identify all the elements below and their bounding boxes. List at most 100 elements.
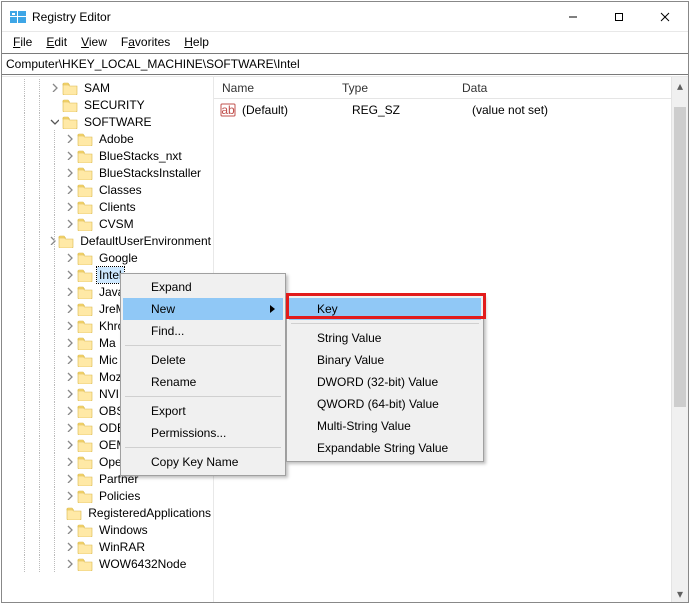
tree-node-label: BlueStacksInstaller [97,165,203,181]
value-row[interactable]: ab(Default)REG_SZ(value not set) [214,101,688,119]
expand-icon[interactable] [62,487,77,504]
folder-icon [77,285,93,299]
ctx-new-qword-64-bit-value[interactable]: QWORD (64-bit) Value [289,393,481,415]
expand-icon[interactable] [62,181,77,198]
menu-help[interactable]: Help [177,34,216,50]
tree-node-policies[interactable]: Policies [2,487,213,504]
tree-node-label: BlueStacks_nxt [97,148,184,164]
column-headers: Name Type Data [214,77,688,99]
folder-icon [77,268,93,282]
context-menu-node[interactable]: ExpandNewFind... DeleteRename ExportPermis… [120,273,286,476]
ctx-new-dword-32-bit-value[interactable]: DWORD (32-bit) Value [289,371,481,393]
expand-icon[interactable] [62,300,77,317]
ctx-delete[interactable]: Delete [123,349,283,371]
tree-node-label: WinRAR [97,539,147,555]
tree-node-adobe[interactable]: Adobe [2,130,213,147]
expand-icon[interactable] [62,470,77,487]
col-name[interactable]: Name [214,81,334,95]
folder-icon [77,438,93,452]
window-title: Registry Editor [32,10,550,24]
menu-edit[interactable]: Edit [39,34,74,50]
tree-node-sam[interactable]: SAM [2,79,213,96]
expand-icon[interactable] [62,164,77,181]
tree-node-registeredapplications[interactable]: RegisteredApplications [2,504,213,521]
tree-node-classes[interactable]: Classes [2,181,213,198]
tree-node-wow6432node[interactable]: WOW6432Node [2,555,213,572]
tree-node-label: Adobe [97,131,136,147]
scroll-up-button[interactable]: ▴ [672,77,688,94]
tree-node-label: Google [97,250,140,266]
tree-node-label: SOFTWARE [82,114,154,130]
folder-icon [77,166,93,180]
expand-icon[interactable] [62,555,77,572]
tree-node-label: Windows [97,522,150,538]
tree-node-software[interactable]: SOFTWARE [2,113,213,130]
tree-node-label: WOW6432Node [97,556,188,572]
ctx-copy-key-name[interactable]: Copy Key Name [123,451,283,473]
ctx-expand[interactable]: Expand [123,276,283,298]
col-type[interactable]: Type [334,81,454,95]
ctx-new-multi-string-value[interactable]: Multi-String Value [289,415,481,437]
separator [125,345,281,346]
folder-icon [62,115,78,129]
expand-icon[interactable] [62,266,77,283]
tree-node-label: Policies [97,488,142,504]
vertical-scrollbar[interactable]: ▴ ▾ [671,77,688,602]
expand-icon[interactable] [62,538,77,555]
tree-node-winrar[interactable]: WinRAR [2,538,213,555]
expand-icon[interactable] [62,385,77,402]
ctx-find[interactable]: Find... [123,320,283,342]
close-button[interactable] [642,2,688,32]
expand-icon[interactable] [62,419,77,436]
expand-icon[interactable] [62,368,77,385]
expand-icon[interactable] [62,215,77,232]
ctx-export[interactable]: Export [123,400,283,422]
ctx-new-binary-value[interactable]: Binary Value [289,349,481,371]
ctx-new-string-value[interactable]: String Value [289,327,481,349]
folder-icon [77,319,93,333]
collapse-icon[interactable] [47,113,62,130]
maximize-button[interactable] [596,2,642,32]
menu-file[interactable]: File [6,34,39,50]
scroll-down-button[interactable]: ▾ [672,585,688,602]
menu-view[interactable]: View [74,34,114,50]
col-data[interactable]: Data [454,81,688,95]
expand-icon[interactable] [62,317,77,334]
expand-icon[interactable] [62,402,77,419]
expand-icon[interactable] [62,351,77,368]
expand-icon[interactable] [62,147,77,164]
menu-favorites[interactable]: Favorites [114,34,177,50]
ctx-rename[interactable]: Rename [123,371,283,393]
folder-icon [77,302,93,316]
expand-icon[interactable] [62,334,77,351]
tree-node-security[interactable]: SECURITY [2,96,213,113]
ctx-new-expandable-string-value[interactable]: Expandable String Value [289,437,481,459]
tree-node-google[interactable]: Google [2,249,213,266]
tree-node-clients[interactable]: Clients [2,198,213,215]
tree-node-cvsm[interactable]: CVSM [2,215,213,232]
context-menu-new[interactable]: Key String ValueBinary ValueDWORD (32-bit… [286,295,484,462]
expand-icon[interactable] [62,249,77,266]
expand-icon[interactable] [47,232,58,249]
tree-node-bluestacksinstaller[interactable]: BlueStacksInstaller [2,164,213,181]
expand-icon[interactable] [47,79,62,96]
tree-node-bluestacks-nxt[interactable]: BlueStacks_nxt [2,147,213,164]
expand-icon[interactable] [62,130,77,147]
address-input[interactable] [6,57,684,71]
tree-node-defaultuserenvironment[interactable]: DefaultUserEnvironment [2,232,213,249]
tree-node-windows[interactable]: Windows [2,521,213,538]
scroll-thumb[interactable] [674,107,686,407]
expand-icon[interactable] [62,283,77,300]
ctx-permissions[interactable]: Permissions... [123,422,283,444]
expand-icon[interactable] [62,521,77,538]
expand-icon[interactable] [62,436,77,453]
ctx-new[interactable]: New [123,298,283,320]
folder-icon [77,353,93,367]
expand-icon[interactable] [62,198,77,215]
tree-node-label: RegisteredApplications [86,505,213,521]
folder-icon [77,404,93,418]
folder-icon [77,557,93,571]
expand-icon[interactable] [62,453,77,470]
ctx-new-key[interactable]: Key [289,298,481,320]
minimize-button[interactable] [550,2,596,32]
